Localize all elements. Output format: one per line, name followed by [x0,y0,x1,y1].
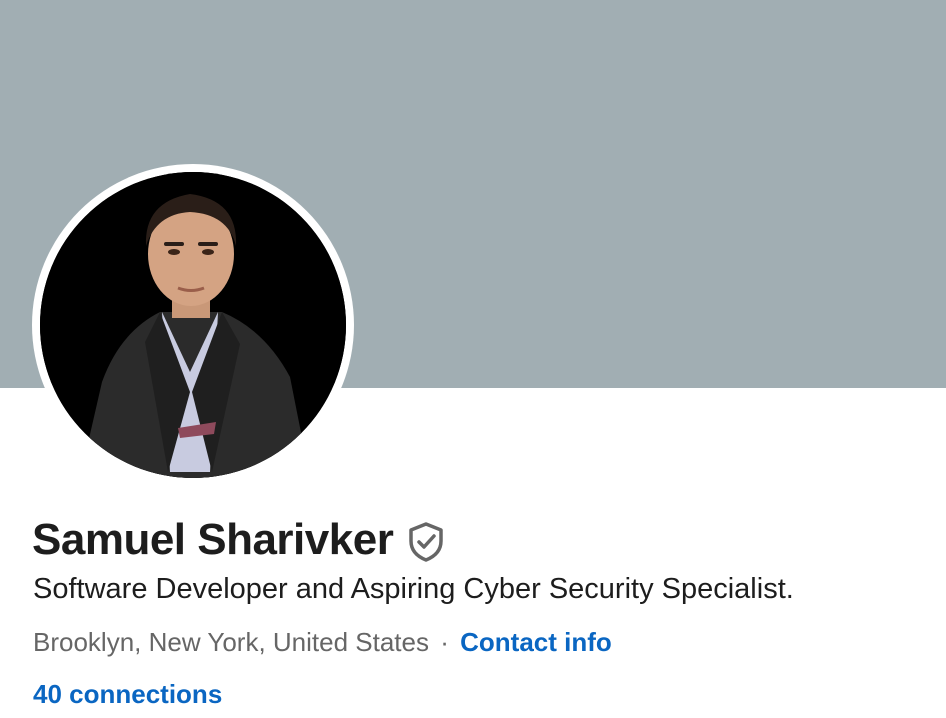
connections-link[interactable]: 40 connections [33,679,222,709]
separator-dot: · [440,627,449,657]
profile-name: Samuel Sharivker [32,515,394,564]
profile-card: Samuel Sharivker Software Developer and … [0,0,946,718]
shield-check-icon[interactable] [407,521,445,563]
avatar [40,172,346,478]
profile-headline: Software Developer and Aspiring Cyber Se… [33,573,794,605]
avatar-portrait [40,172,346,478]
contact-info-link[interactable]: Contact info [460,627,612,657]
location-row: Brooklyn, New York, United States · Cont… [33,624,612,660]
profile-photo[interactable] [32,164,354,486]
connections-row: 40 connections [33,676,222,712]
profile-location: Brooklyn, New York, United States [33,627,429,657]
name-row: Samuel Sharivker [32,512,445,568]
